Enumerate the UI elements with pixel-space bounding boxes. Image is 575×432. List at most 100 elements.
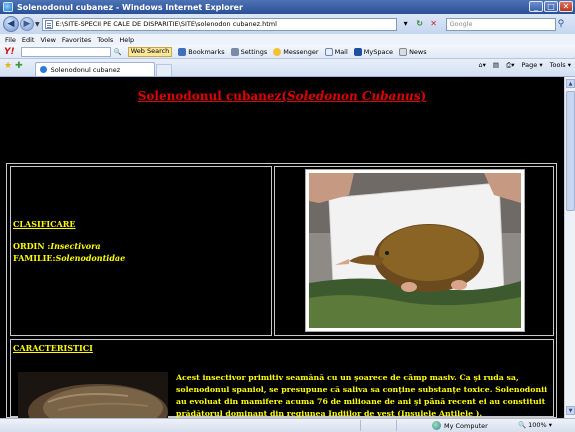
my-computer-icon bbox=[432, 421, 441, 430]
forward-button[interactable]: ▶ bbox=[20, 17, 34, 31]
page-title: Solenodonul cubanez(Soledonon Cubanus) bbox=[0, 89, 564, 103]
refresh-icon[interactable]: ↻ bbox=[414, 18, 426, 30]
zoom-level: 100% bbox=[528, 421, 547, 429]
news-label: News bbox=[409, 47, 427, 56]
familie-label: FAMILIE: bbox=[13, 253, 56, 263]
home-icon[interactable]: ⌂▾ bbox=[479, 61, 486, 70]
feeds-icon[interactable]: ▤ bbox=[493, 61, 499, 70]
menu-favorites[interactable]: Favorites bbox=[62, 36, 91, 44]
address-dropdown-icon[interactable]: ▾ bbox=[400, 18, 412, 30]
yahoo-search-input[interactable] bbox=[20, 46, 111, 57]
stop-icon[interactable]: ✕ bbox=[428, 18, 440, 30]
internet-explorer-icon bbox=[3, 2, 13, 12]
settings-icon bbox=[230, 47, 239, 56]
messenger-label: Messenger bbox=[283, 47, 319, 56]
window-title-bar: Solenodonul cubanez - Windows Internet E… bbox=[0, 0, 575, 14]
description-paragraph: Acest insectivor primitiv seamănă cu un … bbox=[176, 373, 548, 418]
familie-line: FAMILIE:Solenodontidae bbox=[13, 253, 125, 263]
tab-row: ★ ✚ Solenodonul cubanez ⌂▾ ▤ ⎙▾ Page ▾ T… bbox=[0, 59, 575, 77]
ordin-value: Insectivora bbox=[50, 241, 101, 251]
add-favorites-icon[interactable]: ✚ bbox=[15, 61, 23, 71]
mail-button[interactable]: Mail bbox=[324, 47, 348, 56]
settings-label: Settings bbox=[240, 47, 268, 56]
close-button[interactable]: ✕ bbox=[559, 1, 573, 12]
characteristics-cell: CARACTERISTICI Acest insectivor primitiv… bbox=[10, 339, 554, 418]
menu-bar: File Edit View Favorites Tools Help bbox=[0, 34, 575, 45]
maximize-button[interactable]: □ bbox=[544, 1, 558, 12]
tools-menu-label: Tools bbox=[549, 61, 566, 69]
mail-icon bbox=[324, 47, 333, 56]
tab-page-icon bbox=[39, 66, 47, 73]
status-bar: My Computer 🔍 100% ▾ bbox=[0, 418, 575, 432]
ordin-line: ORDIN :Insectivora bbox=[13, 241, 101, 251]
news-button[interactable]: News bbox=[399, 47, 427, 56]
status-divider bbox=[396, 420, 397, 431]
back-button[interactable]: ◀ bbox=[3, 16, 19, 32]
myspace-icon bbox=[353, 47, 362, 56]
page-menu-button[interactable]: Page ▾ bbox=[522, 61, 543, 70]
settings-button[interactable]: Settings bbox=[230, 47, 268, 56]
solenodon-closeup-photo bbox=[18, 372, 168, 418]
search-placeholder: Google bbox=[449, 20, 473, 28]
ordin-label: ORDIN : bbox=[13, 241, 51, 251]
myspace-button[interactable]: MySpace bbox=[353, 47, 394, 56]
menu-help[interactable]: Help bbox=[119, 36, 134, 44]
yahoo-logo[interactable]: Y! bbox=[4, 47, 15, 57]
news-icon bbox=[399, 47, 408, 56]
favorites-star-icon[interactable]: ★ bbox=[4, 61, 12, 71]
photo-cell bbox=[274, 166, 554, 336]
bookmarks-button[interactable]: Bookmarks bbox=[178, 47, 225, 56]
menu-file[interactable]: File bbox=[5, 36, 16, 44]
minimize-button[interactable]: _ bbox=[529, 1, 543, 12]
status-divider bbox=[360, 420, 361, 431]
search-icon[interactable]: ⚲ bbox=[558, 19, 565, 29]
yahoo-toolbar: Y! 🔍 Web Search Bookmarks Settings Messe… bbox=[0, 45, 575, 59]
window-title: Solenodonul cubanez - Windows Internet E… bbox=[17, 2, 243, 12]
web-search-button[interactable]: Web Search bbox=[127, 46, 173, 57]
bookmarks-icon bbox=[178, 47, 187, 56]
messenger-button[interactable]: Messenger bbox=[273, 47, 319, 56]
page-viewport: Solenodonul cubanez(Soledonon Cubanus) C… bbox=[0, 77, 564, 418]
title-common-name: Solenodonul cubanez bbox=[137, 89, 282, 103]
classification-cell: CLASIFICARE ORDIN :Insectivora FAMILIE:S… bbox=[10, 166, 272, 336]
scroll-up-icon[interactable]: ▲ bbox=[566, 79, 575, 88]
vertical-scrollbar[interactable]: ▲ ▼ bbox=[564, 77, 575, 418]
menu-tools[interactable]: Tools bbox=[97, 36, 113, 44]
bookmarks-label: Bookmarks bbox=[188, 47, 225, 56]
print-icon[interactable]: ⎙▾ bbox=[506, 61, 514, 70]
zoom-dropdown-icon[interactable]: ▾ bbox=[549, 421, 552, 429]
menu-edit[interactable]: Edit bbox=[22, 36, 35, 44]
yahoo-search-icon[interactable]: 🔍 bbox=[114, 48, 122, 56]
title-latin-name: Soledonon Cubanus bbox=[287, 89, 421, 103]
address-url: E:\SITE-SPECII PE CALE DE DISPARITIE\SIT… bbox=[55, 20, 277, 28]
security-zone-label: My Computer bbox=[444, 421, 488, 430]
address-row: ◀ ▶ ▼ E:\SITE-SPECII PE CALE DE DISPARIT… bbox=[0, 14, 575, 34]
content-table: CLASIFICARE ORDIN :Insectivora FAMILIE:S… bbox=[6, 163, 557, 418]
menu-view[interactable]: View bbox=[40, 36, 55, 44]
zoom-icon: 🔍 bbox=[518, 421, 527, 429]
search-input[interactable]: Google bbox=[445, 17, 556, 31]
messenger-icon bbox=[273, 47, 282, 56]
title-paren-close: ) bbox=[420, 89, 427, 103]
mail-label: Mail bbox=[334, 47, 348, 56]
myspace-label: MySpace bbox=[363, 47, 394, 56]
scroll-down-icon[interactable]: ▼ bbox=[566, 406, 575, 415]
clasificare-heading: CLASIFICARE bbox=[13, 219, 76, 229]
zoom-control[interactable]: 🔍 100% ▾ bbox=[518, 421, 552, 429]
command-bar: ⌂▾ ▤ ⎙▾ Page ▾ Tools ▾ bbox=[479, 61, 571, 70]
tab-solenodonul-cubanez[interactable]: Solenodonul cubanez bbox=[34, 62, 155, 76]
page-menu-label: Page bbox=[521, 61, 538, 69]
new-tab-button[interactable] bbox=[155, 64, 172, 76]
security-zone[interactable]: My Computer bbox=[432, 421, 488, 430]
window-controls: _ □ ✕ bbox=[529, 1, 573, 12]
address-field[interactable]: E:\SITE-SPECII PE CALE DE DISPARITIE\SIT… bbox=[41, 17, 397, 31]
scroll-thumb[interactable] bbox=[566, 91, 575, 211]
solenodon-photo-frame bbox=[305, 169, 525, 332]
tools-menu-button[interactable]: Tools ▾ bbox=[550, 61, 571, 70]
recent-pages-dropdown-icon[interactable]: ▼ bbox=[35, 21, 40, 28]
address-actions: ▾ ↻ ✕ bbox=[400, 18, 440, 30]
caracteristici-heading: CARACTERISTICI bbox=[13, 343, 93, 353]
solenodon-photo bbox=[309, 173, 521, 328]
familie-value: Solenodontidae bbox=[55, 253, 126, 263]
page-icon bbox=[44, 19, 53, 29]
